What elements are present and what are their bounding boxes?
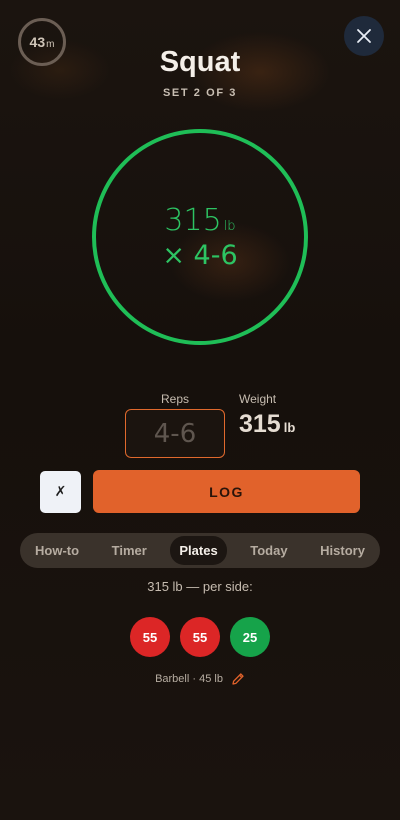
plate: 55 bbox=[180, 617, 220, 657]
tab-timer[interactable]: Timer bbox=[103, 536, 156, 565]
tab-plates[interactable]: Plates bbox=[170, 536, 227, 565]
tab-bar: How-to Timer Plates Today History bbox=[20, 533, 380, 568]
plate: 55 bbox=[130, 617, 170, 657]
target-weight-unit: lb bbox=[223, 219, 236, 234]
weight-label: Weight bbox=[239, 392, 277, 406]
close-icon bbox=[357, 29, 371, 43]
target-weight-value: 315 bbox=[164, 203, 222, 238]
log-set-button[interactable]: LOG bbox=[93, 470, 360, 513]
plates-caption: 315 lb — per side: bbox=[147, 579, 253, 594]
target-reps: × 4-6 bbox=[162, 240, 238, 271]
barbell-label: Barbell · 45 lb bbox=[155, 673, 223, 685]
tab-how-to[interactable]: How-to bbox=[26, 536, 88, 565]
plate-list: 55 55 25 bbox=[0, 617, 400, 657]
tab-history[interactable]: History bbox=[311, 536, 374, 565]
weight-value[interactable]: 315 lb bbox=[239, 410, 295, 439]
weight-number: 315 bbox=[239, 410, 281, 438]
barbell-row: Barbell · 45 lb bbox=[0, 672, 400, 686]
weight-unit: lb bbox=[283, 420, 296, 435]
exercise-title: Squat bbox=[159, 46, 241, 78]
set-counter: SET 2 OF 3 bbox=[162, 87, 238, 99]
target-weight: 315 lb bbox=[92, 203, 308, 238]
reps-input[interactable] bbox=[125, 409, 225, 458]
pencil-icon[interactable] bbox=[231, 672, 245, 686]
tab-today[interactable]: Today bbox=[241, 536, 296, 565]
plate: 25 bbox=[230, 617, 270, 657]
reps-label: Reps bbox=[160, 392, 189, 406]
skip-set-button[interactable]: ✗ bbox=[40, 471, 81, 513]
